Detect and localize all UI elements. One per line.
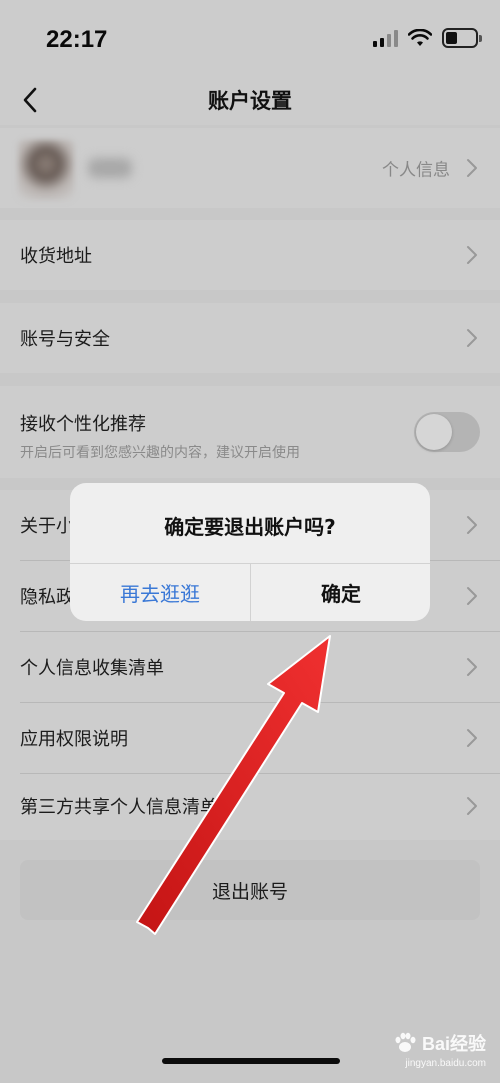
row-label: 接收个性化推荐 [20,414,146,435]
chevron-right-icon [467,329,477,347]
chevron-right-icon [467,246,477,264]
cellular-signal-icon [373,29,398,47]
dialog-confirm-button[interactable]: 确定 [251,564,430,621]
chevron-right-icon [467,729,477,747]
status-bar: 22:17 [0,0,500,75]
row-account-security[interactable]: 账号与安全 [0,303,500,373]
row-label: 个人信息收集清单 [20,658,164,679]
toggle-knob [416,414,452,450]
status-time: 22:17 [46,26,108,53]
username-blurred [88,158,132,178]
chevron-right-icon [467,587,477,605]
row-shipping-address[interactable]: 收货地址 [0,220,500,290]
row-third-party-sharing[interactable]: 第三方共享个人信息清单 [0,771,500,841]
profile-row[interactable]: 个人信息 [0,128,500,208]
row-app-permissions[interactable]: 应用权限说明 [0,703,500,773]
chevron-right-icon [467,516,477,534]
avatar [18,140,74,200]
status-icons [373,28,482,48]
watermark-url: jingyan.baidu.com [405,1058,486,1069]
dialog-title: 确定要退出账户吗? [164,515,336,539]
logout-confirm-dialog: 确定要退出账户吗? 再去逛逛 确定 [70,483,430,621]
chevron-right-icon [467,797,477,815]
page-title: 账户设置 [208,89,292,113]
row-label: 收货地址 [20,246,92,267]
row-personalization: 接收个性化推荐 [0,386,500,478]
watermark-brand: Bai经验 [421,1034,486,1054]
chevron-right-icon [467,658,477,676]
paw-logo-icon [395,1032,416,1052]
row-label: 隐私政 [20,587,74,608]
row-label: 关于小 [20,516,74,537]
personal-info-link[interactable]: 个人信息 [382,156,450,181]
row-personal-info-list[interactable]: 个人信息收集清单 [0,632,500,702]
watermark: Bai经验 [392,1030,486,1056]
chevron-right-icon [467,159,477,177]
row-label: 账号与安全 [20,329,110,350]
dialog-cancel-button[interactable]: 再去逛逛 [70,564,250,621]
home-indicator [162,1058,340,1064]
battery-icon [442,28,482,48]
logout-button[interactable]: 退出账号 [20,860,480,920]
row-label: 第三方共享个人信息清单 [20,797,218,818]
nav-bar: 账户设置 [0,75,500,125]
personalization-toggle[interactable] [414,412,480,452]
wifi-icon [408,29,432,46]
personalization-description: 开启后可看到您感兴趣的内容，建议开启使用 [20,445,300,461]
row-label: 应用权限说明 [20,729,128,750]
